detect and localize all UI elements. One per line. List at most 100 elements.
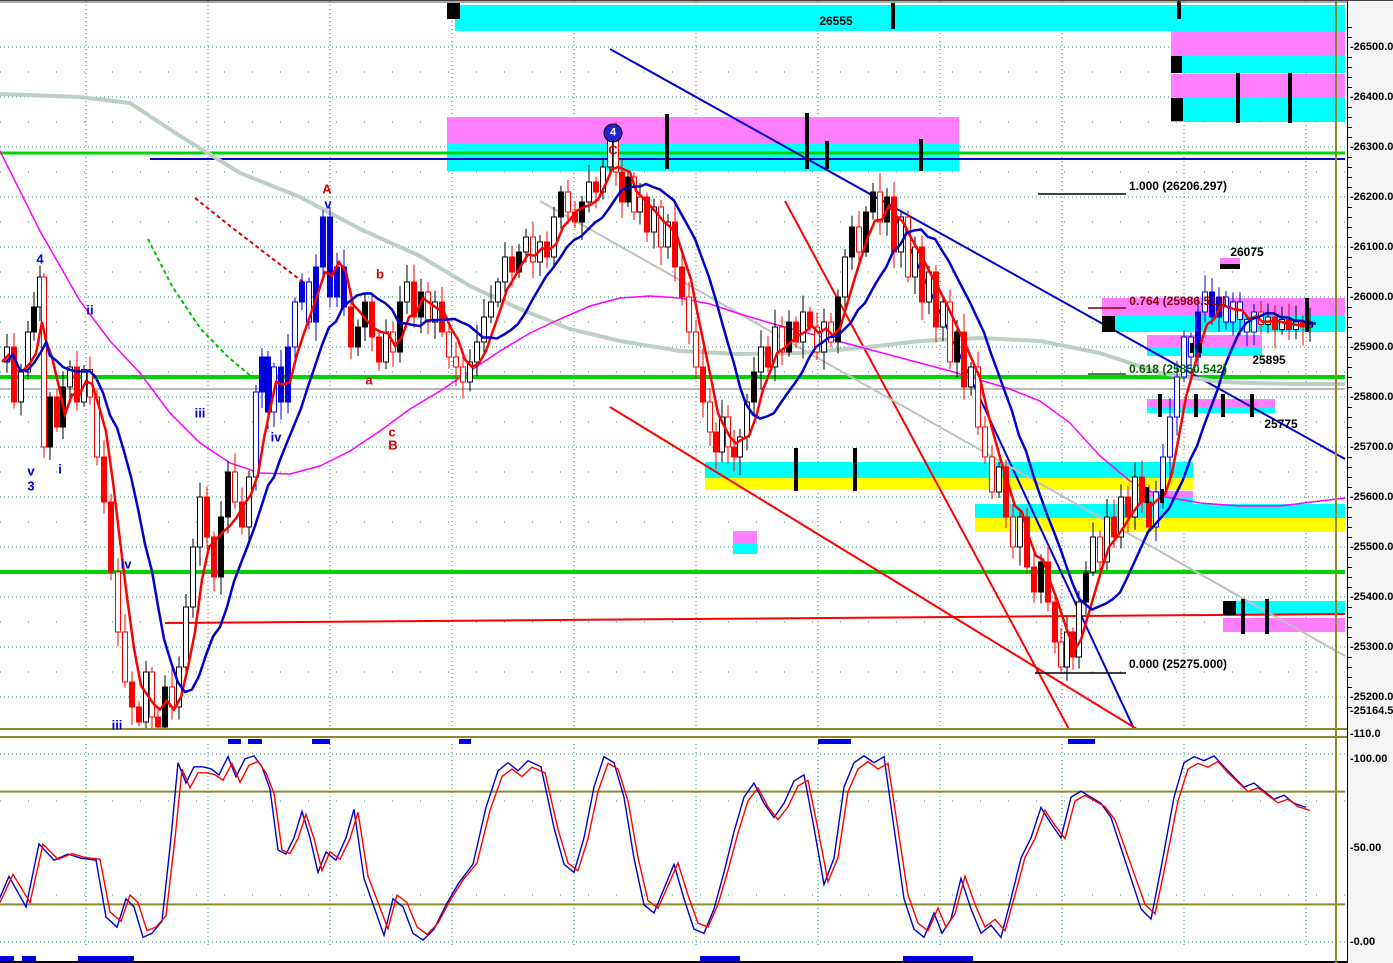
candle-body [369,301,375,338]
candle-body [425,291,431,323]
zone-band [1147,335,1262,348]
price-axis-minor-tick [1348,417,1352,418]
price-axis-minor-tick [1348,277,1352,278]
candle-body [1038,561,1044,593]
candle-body [989,456,995,493]
candle-body [285,346,291,403]
candle-body [870,191,876,213]
price-axis-minor-tick [1348,167,1352,168]
price-axis-minor-tick [1348,437,1352,438]
candle-body [1083,571,1089,603]
price-axis-minor-tick [1348,307,1352,308]
candle-body [672,221,678,268]
candle-body [693,331,699,368]
candle-body [509,256,515,273]
signal-bar[interactable] [818,739,851,744]
candle-body [637,196,643,213]
osc-axis-label: -0.00 [1350,936,1376,948]
price-axis-label: -26000.0 [1350,291,1393,303]
candle-body [101,456,107,503]
price-axis-minor-tick [1348,337,1352,338]
zone-band [455,5,1345,31]
candle-body [190,546,196,608]
candle-body [940,301,946,328]
trendline [539,200,1346,657]
red-ma [1,165,1313,712]
candle-body [1174,376,1180,418]
price-axis-minor-tick [1348,77,1352,78]
price-axis-minor-tick [1348,187,1352,188]
candle-body [565,191,571,213]
price-axis-minor-tick [1348,57,1352,58]
candle-body [155,716,161,728]
price-chart-pane[interactable] [0,1,1347,728]
price-axis-minor-tick [1348,327,1352,328]
candle-body [996,466,1002,493]
signal-bar[interactable] [1068,739,1095,744]
candle-body [982,426,988,458]
candle-body [115,571,121,633]
price-axis-minor-tick [1348,127,1352,128]
stochastic-panel[interactable] [0,728,1347,963]
price-axis-minor-tick [1348,427,1352,428]
price-axis-label: -25400.0 [1350,591,1393,603]
price-axis-minor-tick [1348,687,1352,688]
zone-band [705,478,1193,490]
candle-body [495,281,501,303]
candle-body [31,306,37,333]
signal-bar[interactable] [459,739,471,744]
price-axis-minor-tick [1348,267,1352,268]
candle-body [912,246,918,278]
signal-bar[interactable] [248,739,262,744]
stochastic-d-line [0,754,1307,942]
chart-window: -26500.0 -26400.0 -26300.0 -26200.0 -26100.0… [0,0,1393,963]
candle-body [129,681,135,708]
candle-body [1058,641,1064,668]
price-axis-minor-tick [1348,177,1352,178]
price-axis-label: -25700.0 [1350,441,1393,453]
stochastic-k-line [0,760,1311,936]
barbed-trendline [194,197,304,283]
candle-body [707,401,713,433]
price-axis-minor-tick [1348,67,1352,68]
candle-body [376,336,382,363]
candle-body [1097,536,1103,563]
signal-bar[interactable] [228,739,241,744]
candle-body [1230,301,1236,323]
candle-body [108,501,114,573]
candles-group [4,121,1313,728]
candle-body [47,396,53,448]
candle-body [800,311,806,343]
candle-body [204,496,210,538]
candle-body [619,171,625,203]
candle-body [700,366,706,403]
candle-body [453,356,459,368]
price-axis-minor-tick [1348,37,1352,38]
candle-body [502,256,508,283]
candle-body [232,471,238,503]
candle-body [679,266,685,298]
candle-body [523,236,529,253]
price-axis-minor-tick [1348,637,1352,638]
candle-body [751,371,757,403]
candle-body [439,301,445,333]
trendline [609,406,1138,728]
price-axis-minor-tick [1348,537,1352,538]
candle-body [355,326,361,348]
candle-body [1031,566,1037,593]
zone-band [1220,258,1240,264]
candle-body [41,276,47,448]
price-axis-label: -25900.0 [1350,341,1393,353]
candle-body [821,321,827,353]
price-axis-label: -26400.0 [1350,91,1393,103]
zone-band [1171,74,1345,98]
candle-body [122,631,128,683]
price-axis-label: -25800.0 [1350,391,1393,403]
signal-bar[interactable] [312,739,330,744]
candle-body [842,256,848,298]
oscillator-axis[interactable]: -110.0 -100.00 -50.00 -0.00 [1347,728,1393,963]
candle-body [758,346,764,373]
volume-mark [447,3,460,19]
price-axis[interactable]: -26500.0 -26400.0 -26300.0 -26200.0 -26100.0… [1347,1,1393,728]
candle-body [1181,336,1187,378]
